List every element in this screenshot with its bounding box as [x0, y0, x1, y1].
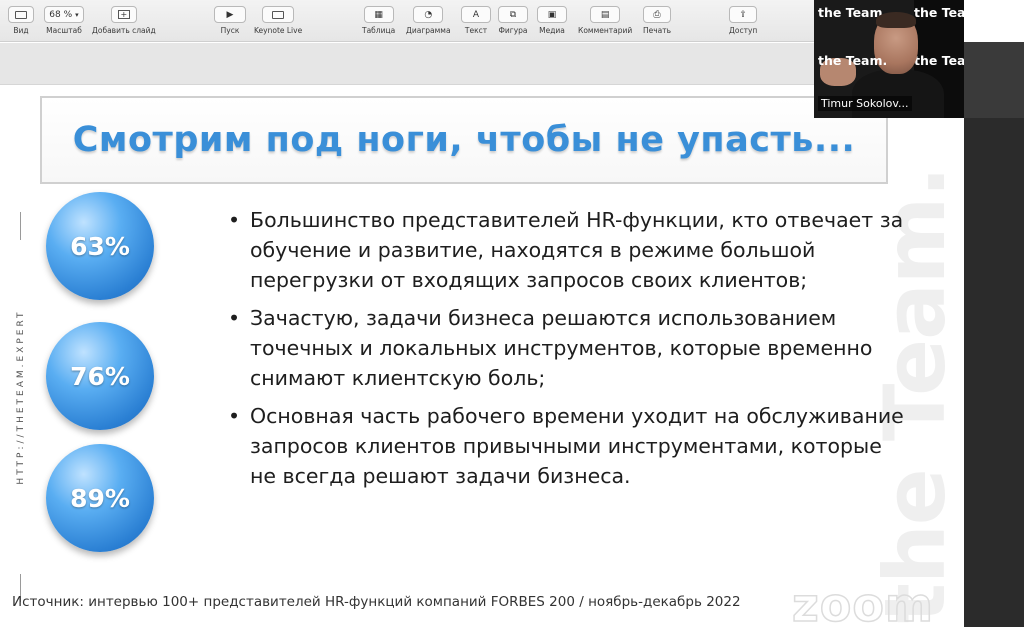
keynote-live-button[interactable]: Keynote Live: [254, 6, 302, 35]
zoom-select[interactable]: 68 % ▾ Масштаб: [44, 6, 84, 35]
shape-label: Фигура: [498, 26, 528, 35]
add-slide-label: Добавить слайд: [92, 26, 156, 35]
slide-canvas: the Team. Смотрим под ноги, чтобы не упа…: [0, 86, 964, 627]
share-label: Доступ: [729, 26, 758, 35]
bullet-item: Основная часть рабочего времени уходит н…: [228, 401, 908, 491]
bullet-list: Большинство представителей HR-функции, к…: [228, 205, 908, 499]
right-panel-top: [964, 42, 1024, 118]
zoom-watermark: zoom: [791, 577, 934, 627]
table-icon: ▦: [363, 6, 394, 23]
text-icon: A: [461, 6, 491, 23]
add-slide-icon: +: [110, 6, 137, 23]
brand-logo: the Team.: [818, 53, 888, 68]
brand-logo: the Team.: [914, 53, 964, 68]
add-slide-button[interactable]: + Добавить слайд: [92, 6, 156, 35]
table-button[interactable]: ▦ Таблица: [362, 6, 395, 35]
participant-name: Timur Sokolov...: [818, 96, 912, 111]
zoom-value: 68 % ▾: [44, 6, 84, 23]
play-icon: ▶: [214, 6, 246, 23]
stat-circle: 89%: [46, 444, 154, 552]
view-label: Вид: [13, 26, 29, 35]
play-button[interactable]: ▶ Пуск: [214, 6, 246, 35]
stat-value: 76%: [70, 361, 130, 391]
right-panel: [964, 118, 1024, 627]
stat-value: 89%: [70, 483, 130, 513]
bullet-item: Зачастую, задачи бизнеса решаются исполь…: [228, 303, 908, 393]
chart-button[interactable]: ◔ Диаграмма: [406, 6, 451, 35]
stat-value: 63%: [70, 231, 130, 261]
zoom-value-text: 68 %: [49, 9, 73, 20]
chart-label: Диаграмма: [406, 26, 451, 35]
chevron-down-icon: ▾: [75, 10, 79, 19]
print-button[interactable]: ⎙ Печать: [643, 6, 671, 35]
comment-button[interactable]: ▤ Комментарий: [578, 6, 632, 35]
keynote-live-icon: [262, 6, 295, 23]
print-label: Печать: [643, 26, 672, 35]
participant-hair: [876, 12, 916, 28]
comment-icon: ▤: [590, 6, 621, 23]
slide-title: Смотрим под ноги, чтобы не упасть...: [72, 120, 856, 160]
vertical-url-text: HTTP://THETEAM.EXPERT: [16, 309, 26, 485]
text-label: Текст: [464, 26, 488, 35]
source-note: Источник: интервью 100+ представителей H…: [12, 594, 741, 610]
comment-label: Комментарий: [578, 26, 633, 35]
view-button[interactable]: Вид: [8, 6, 34, 35]
keynote-live-label: Keynote Live: [254, 26, 303, 35]
zoom-label: Масштаб: [46, 26, 82, 35]
participant-video-tile[interactable]: the Team. the Team. the Team. the Team. …: [814, 0, 964, 118]
play-label: Пуск: [220, 26, 240, 35]
keynote-toolbar: Вид 68 % ▾ Масштаб + Добавить слайд ▶ Пу…: [0, 0, 814, 42]
view-icon: [8, 6, 34, 23]
media-label: Медиа: [539, 26, 565, 35]
shape-icon: ⧉: [498, 6, 528, 23]
stat-circle: 76%: [46, 322, 154, 430]
text-button[interactable]: A Текст: [461, 6, 491, 35]
slide-title-box: Смотрим под ноги, чтобы не упасть...: [40, 96, 888, 184]
shape-button[interactable]: ⧉ Фигура: [498, 6, 528, 35]
brand-logo: the Team.: [914, 5, 964, 20]
media-button[interactable]: ▣ Медиа: [537, 6, 567, 35]
bullet-item: Большинство представителей HR-функции, к…: [228, 205, 908, 295]
media-icon: ▣: [537, 6, 567, 23]
chart-icon: ◔: [413, 6, 444, 23]
print-icon: ⎙: [643, 6, 672, 23]
vertical-url: HTTP://THETEAM.EXPERT: [14, 212, 28, 602]
table-label: Таблица: [362, 26, 396, 35]
stat-circle: 63%: [46, 192, 154, 300]
share-icon: ⇪: [729, 6, 758, 23]
share-button[interactable]: ⇪ Доступ: [729, 6, 757, 35]
